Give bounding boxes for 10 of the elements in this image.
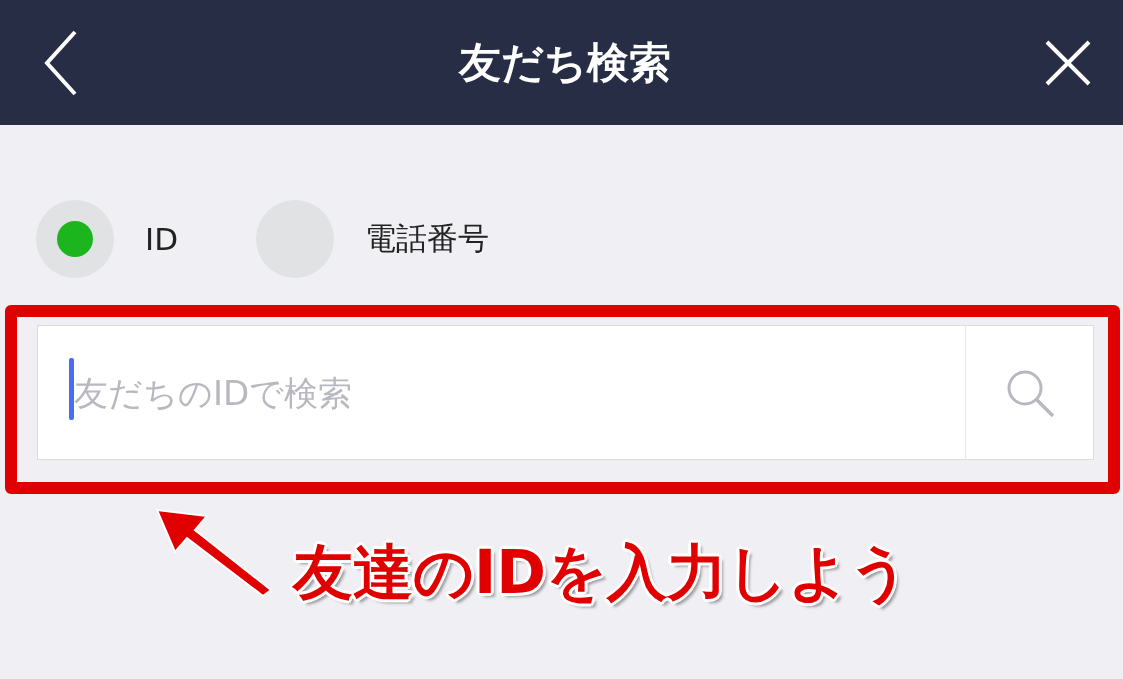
arrow-icon (155, 508, 273, 598)
annotation-text: 友達のIDを入力しよう (293, 536, 911, 609)
radio-label: ID (145, 221, 178, 257)
search-button[interactable] (965, 325, 1094, 460)
close-icon (1045, 39, 1091, 86)
screen-title: 友だち検索 (458, 36, 671, 89)
text-cursor (69, 358, 74, 420)
back-icon (44, 29, 78, 96)
search-field[interactable]: 友だちのIDで検索 (37, 325, 965, 460)
radio-label: 電話番号 (365, 219, 489, 258)
